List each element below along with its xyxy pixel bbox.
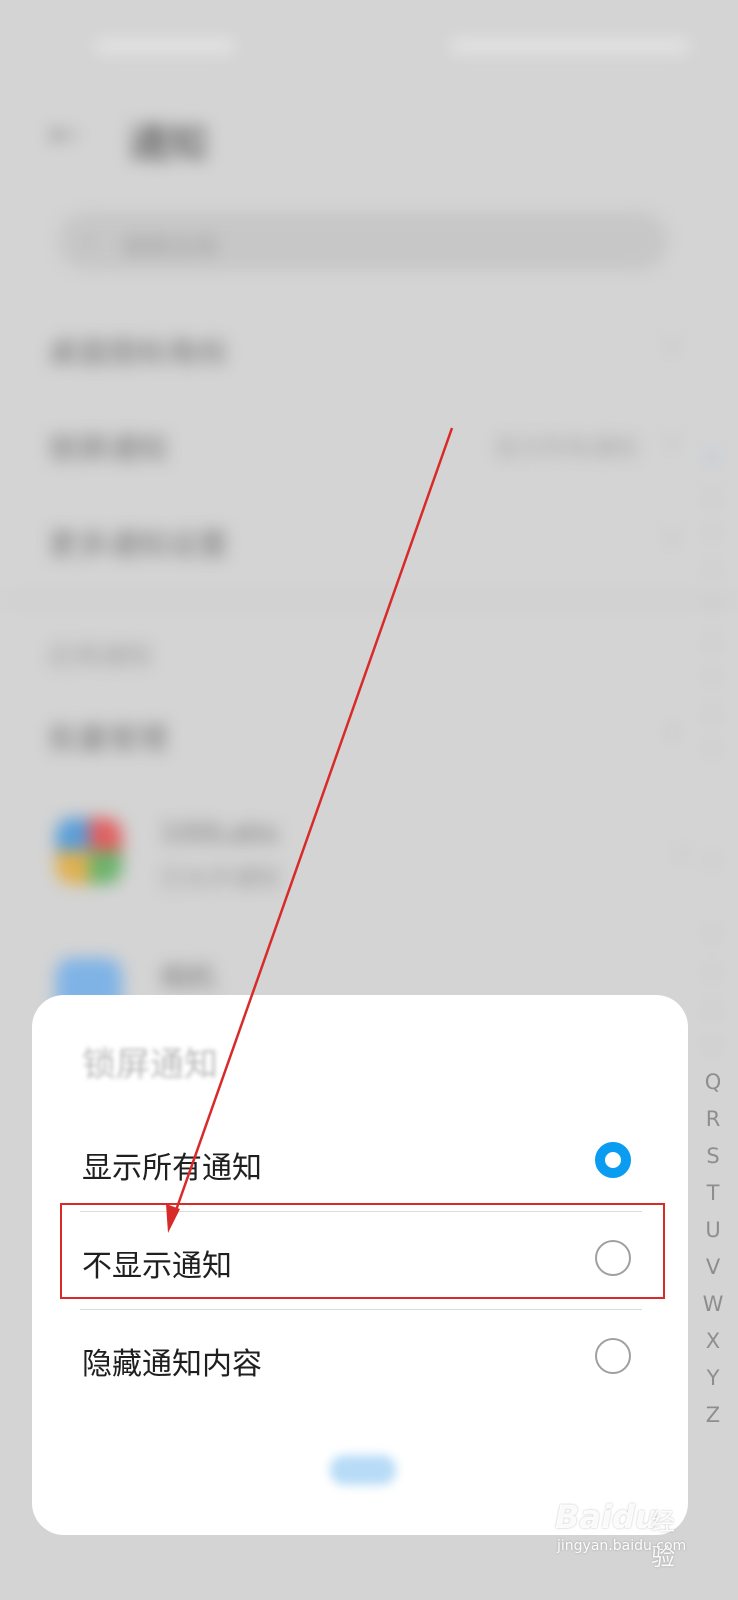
app-name: 相机 [160, 961, 217, 994]
index-dot [709, 1044, 715, 1050]
dialog-title: 锁屏通知 [82, 1045, 218, 1085]
search-icon: ⌕ [82, 226, 96, 254]
option-hide-content[interactable]: 隐藏通知内容 [32, 1311, 688, 1407]
app-row[interactable]: 100Labs 已允许通知 › [48, 808, 688, 898]
page-header: ← 通知 [0, 95, 738, 167]
status-bar-left [95, 38, 235, 54]
app-name: 100Labs [160, 816, 279, 849]
baidu-watermark: Baidu 经验 jingyan.baidu.com [555, 1490, 695, 1571]
watermark-brand: Baidu [555, 1498, 658, 1536]
option-label: 隐藏通知内容 [82, 1347, 262, 1382]
index-dot [709, 710, 715, 716]
search-input[interactable]: ⌕ 搜索应用 [58, 212, 668, 270]
index-letter-r[interactable]: R [688, 1107, 738, 1131]
index-dot [709, 674, 715, 680]
setting-row-label: 桌面图标角标 [48, 336, 228, 371]
page-title: 通知 [128, 121, 208, 167]
chevron-right-icon: › [676, 836, 688, 869]
index-dot [709, 858, 715, 864]
setting-row-badge[interactable]: 桌面图标角标 › [48, 316, 678, 376]
index-letter-s[interactable]: S [688, 1144, 738, 1168]
section-label: 应用通知 [48, 642, 153, 672]
cancel-button[interactable] [330, 1455, 396, 1485]
setting-row-label: 锁屏通知 [48, 432, 168, 467]
setting-row-more[interactable]: 更多通知设置 › [48, 508, 678, 568]
setting-row-label: 批量管理 [48, 722, 168, 757]
section-divider [0, 598, 738, 602]
index-dot [709, 602, 715, 608]
search-placeholder: 搜索应用 [122, 233, 218, 261]
watermark-url: jingyan.baidu.com [557, 1538, 687, 1554]
index-dot [709, 566, 715, 572]
option-label: 显示所有通知 [82, 1151, 262, 1186]
index-letter-q[interactable]: Q [688, 1070, 738, 1094]
radio-selected-icon[interactable] [595, 1142, 631, 1178]
index-letter-u[interactable]: U [688, 1218, 738, 1242]
status-bar-right [450, 38, 690, 54]
index-letter-z[interactable]: Z [688, 1403, 738, 1427]
chevron-right-icon: › [666, 424, 678, 459]
setting-row-batch[interactable]: 批量管理 › [48, 702, 678, 762]
chevron-right-icon: › [666, 520, 678, 555]
app-subtitle: 已允许通知 [160, 864, 280, 892]
option-show-all[interactable]: 显示所有通知 [32, 1115, 688, 1211]
index-dot [709, 454, 715, 460]
index-letter-v[interactable]: V [688, 1255, 738, 1279]
app-icon [56, 818, 122, 884]
index-letter-w[interactable]: W [688, 1292, 738, 1316]
index-letter-y[interactable]: Y [688, 1366, 738, 1390]
option-divider [80, 1309, 642, 1310]
setting-row-value: 显示所有通知 [494, 434, 638, 462]
annotation-highlight-box [60, 1203, 665, 1299]
back-arrow-icon[interactable]: ← [48, 115, 80, 153]
radio-unselected-icon[interactable] [595, 1338, 631, 1374]
chevron-right-icon: › [666, 714, 678, 749]
setting-row-label: 更多通知设置 [48, 528, 228, 563]
index-dot [709, 970, 715, 976]
index-dot [709, 1006, 715, 1012]
setting-row-lockscreen[interactable]: 锁屏通知 显示所有通知 › [48, 412, 678, 472]
alphabet-index[interactable]: Q R S T U V W X Y Z [688, 1070, 738, 1430]
index-letter-x[interactable]: X [688, 1329, 738, 1353]
index-dot [709, 530, 715, 536]
index-dot [709, 494, 715, 500]
index-dot [709, 932, 715, 938]
index-dot [709, 746, 715, 752]
chevron-right-icon: › [666, 328, 678, 363]
status-bar [0, 20, 738, 70]
index-letter-t[interactable]: T [688, 1181, 738, 1205]
index-dot [709, 638, 715, 644]
watermark-label: 经验 [651, 1508, 675, 1571]
